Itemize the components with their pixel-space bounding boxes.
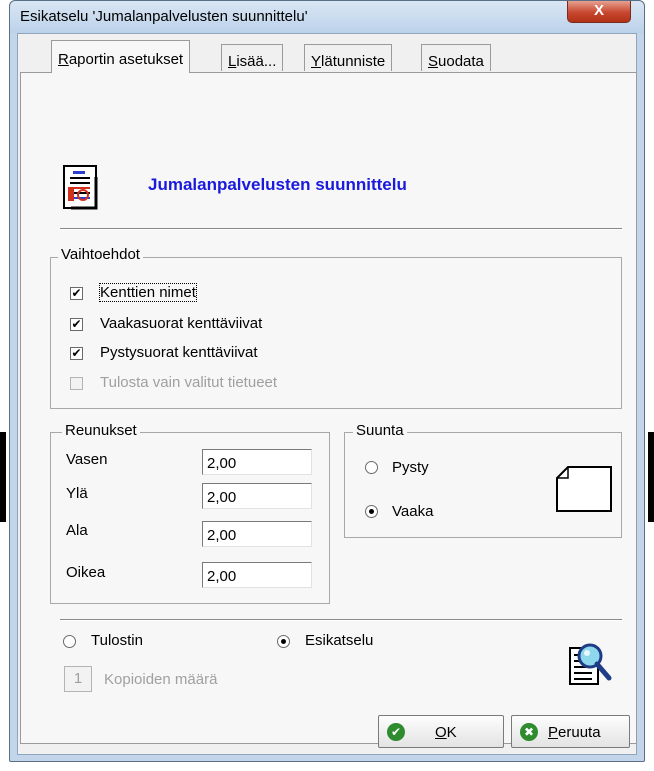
tab-lisaa[interactable]: Lisää... [221,44,284,71]
tab-label-rest: lätunniste [321,53,386,70]
ok-label: OK [435,724,457,741]
close-button[interactable]: X [567,1,631,23]
tab-label-rest: isää... [236,53,277,70]
checkbox-horizontal-lines[interactable]: ✔ [70,318,83,331]
label-vertical-lines: Pystysuorat kenttäviivat [100,344,258,361]
close-icon: X [593,2,604,19]
separator-top [60,228,622,230]
background-edge-right [648,432,654,522]
label-selected-only: Tulosta vain valitut tietueet [100,374,278,391]
tab-label-rest: aportin asetukset [68,51,184,68]
tab-mnemonic: R [58,51,69,68]
checkbox-vertical-lines[interactable]: ✔ [70,347,83,360]
label-copies: Kopioiden määrä [104,671,218,688]
margin-left-input[interactable] [202,449,312,475]
tab-suodata[interactable]: Suodata [421,44,491,71]
radio-landscape[interactable] [365,505,378,518]
options-legend: Vaihtoehdot [58,246,143,263]
tab-mnemonic: Y [311,53,322,70]
label-portrait: Pysty [392,459,429,476]
tab-raportin-asetukset[interactable]: Raportin asetukset [51,40,191,73]
margin-top-input[interactable] [202,483,312,509]
ok-button[interactable]: ✔ OK [378,715,504,748]
background-edge-left [0,432,6,522]
checkbox-selected-only[interactable] [70,377,83,390]
margin-bottom-input[interactable] [202,521,312,547]
print-preview-icon [566,640,612,686]
margins-legend: Reunukset [62,422,140,439]
label-margin-bottom: Ala [66,522,88,539]
separator-bottom [60,619,622,621]
tab-mnemonic: S [428,53,439,70]
title-bar[interactable]: Esikatselu 'Jumalanpalvelusten suunnitte… [10,1,644,33]
label-horizontal-lines: Vaakasuorat kenttäviivat [100,315,263,332]
cancel-label: Peruuta [548,724,601,741]
copies-input[interactable]: 1 [64,666,92,692]
radio-printer[interactable] [63,635,76,648]
check-icon: ✔ [387,723,405,741]
label-margin-top: Ylä [66,485,88,502]
landscape-page-icon [556,466,612,512]
cancel-x-icon: ✖ [520,723,538,741]
label-printer: Tulostin [91,632,143,649]
label-preview: Esikatselu [305,632,374,649]
radio-preview[interactable] [277,635,290,648]
label-field-names: Kenttien nimet [99,283,197,302]
label-margin-left: Vasen [66,451,108,468]
label-landscape: Vaaka [392,503,434,520]
orientation-legend: Suunta [353,422,407,439]
cancel-button[interactable]: ✖ Peruuta [511,715,630,748]
label-margin-right: Oikea [66,564,106,581]
report-document-icon [63,165,101,211]
window-title: Esikatselu 'Jumalanpalvelusten suunnitte… [20,8,308,25]
report-title: Jumalanpalvelusten suunnittelu [148,175,407,194]
margin-right-input[interactable] [202,562,312,588]
checkbox-field-names[interactable]: ✔ [70,287,83,300]
tab-label-rest: uodata [438,53,484,70]
tab-ylatunniste[interactable]: Ylätunniste [304,44,393,71]
radio-portrait[interactable] [365,461,378,474]
